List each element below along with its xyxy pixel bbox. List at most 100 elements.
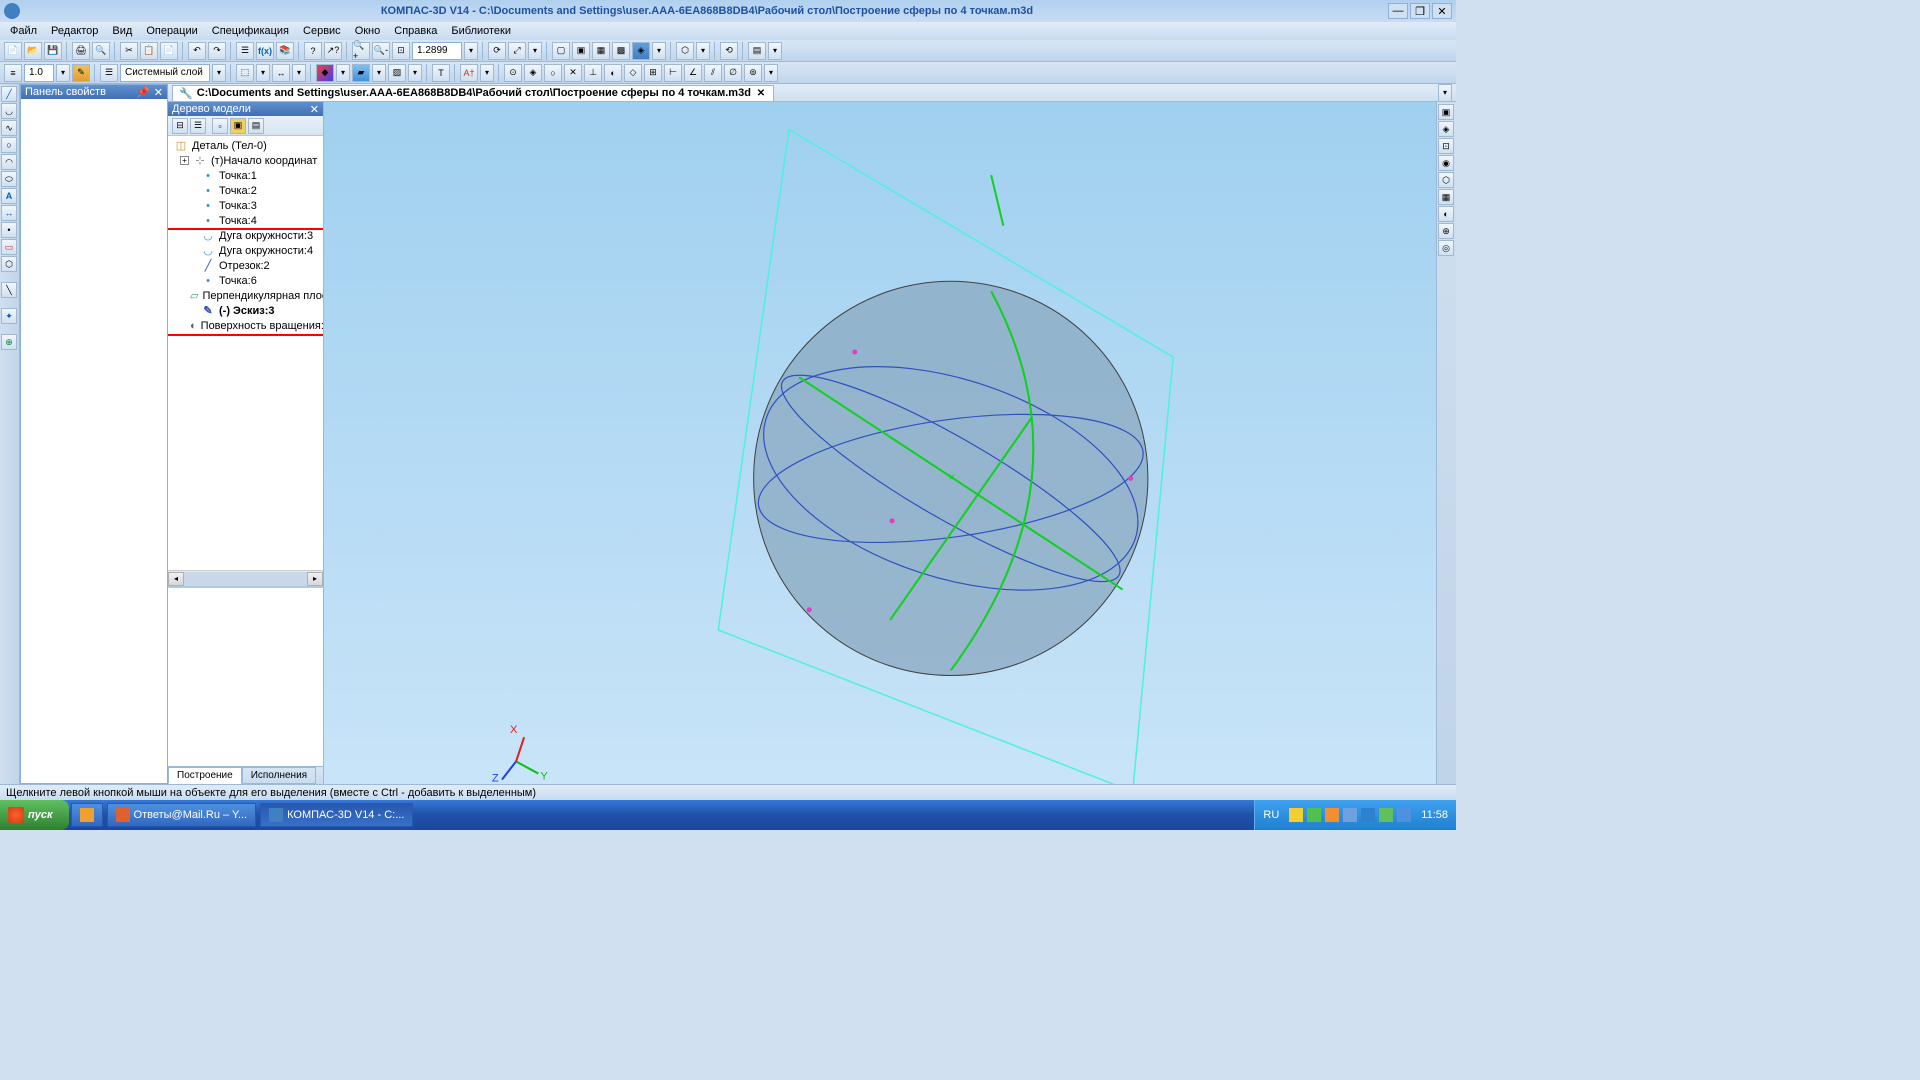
tree-structure-icon[interactable]: ⊟ [172,118,188,134]
dimension-icon[interactable]: ↔ [272,64,290,82]
fill-icon[interactable]: ▰ [352,64,370,82]
zoom-dropdown[interactable]: ▾ [464,42,478,60]
menu-spec[interactable]: Спецификация [206,23,295,39]
sketch-icon[interactable]: ⬚ [236,64,254,82]
start-button[interactable]: пуск [0,800,69,830]
lt-dim-icon[interactable]: ↔ [1,205,17,221]
tool-a-icon[interactable]: ⬡ [676,42,694,60]
color-dropdown[interactable]: ▾ [336,64,350,82]
rt-tool-7-icon[interactable]: ◐ [1438,206,1454,222]
snap-mid-icon[interactable]: ◈ [524,64,542,82]
tree-root[interactable]: ◫ Деталь (Тел-0) [168,138,323,153]
tray-misc2-icon[interactable] [1379,808,1393,822]
rt-tool-8-icon[interactable]: ⊕ [1438,223,1454,239]
linestyle-icon[interactable]: ✎ [72,64,90,82]
new-icon[interactable]: 📄 [4,42,22,60]
tool-b-dropdown[interactable]: ▾ [768,42,782,60]
dimension-dropdown[interactable]: ▾ [292,64,306,82]
zoom-fit-icon[interactable]: ⊡ [392,42,410,60]
tree-item[interactable]: +⊹(т)Начало координат [168,153,323,168]
tree-item[interactable]: ◐Поверхность вращения:1 [168,318,323,333]
tray-update-icon[interactable] [1325,808,1339,822]
rt-tool-1-icon[interactable]: ▣ [1438,104,1454,120]
snap-misc-icon[interactable]: ⊚ [744,64,762,82]
snap-ortho-icon[interactable]: ⊢ [664,64,682,82]
layers-icon[interactable]: ☰ [100,64,118,82]
3d-viewport[interactable]: × X Y Z [324,102,1436,784]
tree-tab-build[interactable]: Построение [168,767,242,784]
properties-icon[interactable]: ☰ [236,42,254,60]
pin-icon[interactable]: 📌 [136,86,150,99]
hidden-icon[interactable]: ▣ [572,42,590,60]
tray-misc1-icon[interactable] [1361,808,1375,822]
tree-item[interactable]: •Точка:6 [168,273,323,288]
properties-close-icon[interactable]: ✕ [154,86,163,99]
tree-mode-icon[interactable]: ▤ [248,118,264,134]
lt-ellipse-icon[interactable]: ⬭ [1,171,17,187]
tree-tab-exec[interactable]: Исполнения [242,767,316,784]
scroll-track[interactable] [184,572,307,586]
linewidth-icon[interactable]: ≡ [4,64,22,82]
snap-grid-icon[interactable]: ⊞ [644,64,662,82]
rt-tool-5-icon[interactable]: ⬡ [1438,172,1454,188]
rt-tool-9-icon[interactable]: ◎ [1438,240,1454,256]
cut-icon[interactable]: ✂ [120,42,138,60]
wireframe-icon[interactable]: ▢ [552,42,570,60]
expand-icon[interactable]: + [180,156,189,165]
color-icon[interactable]: ◆ [316,64,334,82]
snap-near-icon[interactable]: ◇ [624,64,642,82]
rt-tool-2-icon[interactable]: ◈ [1438,121,1454,137]
tree-item[interactable]: ◡Дуга окружности:4 [168,243,323,258]
open-icon[interactable]: 📂 [24,42,42,60]
clock[interactable]: 11:58 [1421,809,1448,821]
rt-tool-4-icon[interactable]: ◉ [1438,155,1454,171]
undo-icon[interactable]: ↶ [188,42,206,60]
orbit-icon[interactable]: ⤢ [508,42,526,60]
close-button[interactable]: ✕ [1432,3,1452,19]
perspective-icon[interactable]: ◈ [632,42,650,60]
lt-spline-icon[interactable]: ∿ [1,120,17,136]
view-dropdown[interactable]: ▾ [652,42,666,60]
scroll-left-icon[interactable]: ◂ [168,572,184,586]
snap-center-icon[interactable]: ○ [544,64,562,82]
lt-text-icon[interactable]: A [1,188,17,204]
save-icon[interactable]: 💾 [44,42,62,60]
variables-icon[interactable]: f(x) [256,42,274,60]
menu-file[interactable]: Файл [4,23,43,39]
hatch-dropdown[interactable]: ▾ [408,64,422,82]
tree-item[interactable]: ◡Дуга окружности:3 [168,228,323,243]
whats-this-icon[interactable]: ↗? [324,42,342,60]
lt-circle-icon[interactable]: ○ [1,137,17,153]
menu-libraries[interactable]: Библиотеки [445,23,517,39]
layer-dropdown[interactable]: ▾ [212,64,226,82]
shaded-icon[interactable]: ▦ [592,42,610,60]
lt-point-icon[interactable]: • [1,222,17,238]
snap-intersect-icon[interactable]: ✕ [564,64,582,82]
tree-item[interactable]: •Точка:2 [168,183,323,198]
linewidth-dropdown[interactable]: ▾ [56,64,70,82]
tabs-menu-dropdown[interactable]: ▾ [1438,84,1452,102]
fill-dropdown[interactable]: ▾ [372,64,386,82]
tray-volume-icon[interactable] [1343,808,1357,822]
tray-misc3-icon[interactable] [1397,808,1411,822]
snap-tangent-icon[interactable]: ◐ [604,64,622,82]
tray-shield-icon[interactable] [1289,808,1303,822]
lt-misc-icon[interactable]: ⊕ [1,334,17,350]
lt-line-icon[interactable]: ╱ [1,86,17,102]
zoom-input[interactable] [412,42,462,60]
menu-view[interactable]: Вид [106,23,138,39]
redo-icon[interactable]: ↷ [208,42,226,60]
lt-const-line-icon[interactable]: ╲ [1,282,17,298]
maximize-button[interactable]: ❐ [1410,3,1430,19]
taskbar-task-2[interactable]: КОМПАС-3D V14 - C:... [260,803,413,827]
model-tree[interactable]: ◫ Деталь (Тел-0) +⊹(т)Начало координат •Т… [168,136,323,570]
snap-angle-icon[interactable]: ∠ [684,64,702,82]
tool-a-dropdown[interactable]: ▾ [696,42,710,60]
shaded-edges-icon[interactable]: ▩ [612,42,630,60]
layer-input[interactable] [120,64,210,82]
lt-poly-icon[interactable]: ⬡ [1,256,17,272]
menu-operations[interactable]: Операции [140,23,203,39]
lt-polyline-icon[interactable]: ◡ [1,103,17,119]
tree-item[interactable]: ▱Перпендикулярная плоско [168,288,323,303]
scroll-right-icon[interactable]: ▸ [307,572,323,586]
